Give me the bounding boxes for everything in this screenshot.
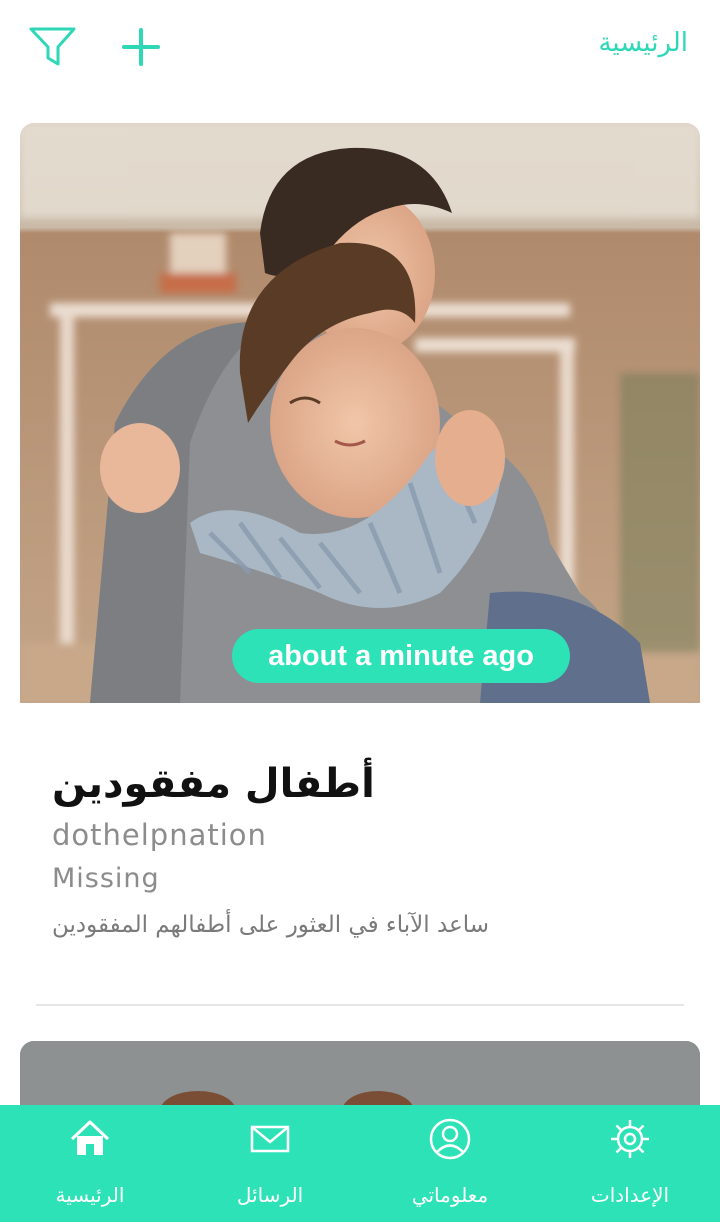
page-title[interactable]: الرئيسية (598, 28, 688, 58)
plus-icon (122, 28, 160, 66)
gear-icon (611, 1120, 649, 1158)
post-category: Missing (52, 863, 160, 894)
bottom-navigation: الرئيسية الرسائل معلوماتي الإعدادات (0, 1105, 720, 1222)
filter-icon (29, 27, 76, 66)
nav-settings-label: الإعدادات (590, 1183, 670, 1207)
divider (36, 1004, 684, 1006)
top-bar: الرئيسية (0, 0, 720, 95)
time-badge: about a minute ago (232, 629, 570, 683)
nav-home[interactable]: الرئيسية (15, 1105, 165, 1222)
post-photo (20, 123, 700, 703)
post-card[interactable]: about a minute ago (20, 123, 700, 703)
nav-messages[interactable]: الرسائل (195, 1105, 345, 1222)
nav-profile[interactable]: معلوماتي (375, 1105, 525, 1222)
post-photo-next (20, 1041, 700, 1111)
post-card-next[interactable] (20, 1041, 700, 1111)
post-title: أطفال مفقودين (52, 761, 375, 807)
profile-icon (429, 1118, 471, 1160)
post-description: ساعد الآباء في العثور على أطفالهم المفقو… (52, 912, 490, 938)
home-icon (70, 1120, 110, 1155)
nav-profile-label: معلوماتي (411, 1183, 489, 1207)
filter-button[interactable] (28, 24, 78, 68)
nav-home-label: الرئيسية (55, 1183, 125, 1207)
post-username: dothelpnation (52, 818, 267, 852)
post-details[interactable]: أطفال مفقودين dothelpnation Missing ساعد… (52, 755, 672, 945)
envelope-icon (250, 1125, 290, 1153)
nav-messages-label: الرسائل (236, 1183, 304, 1207)
nav-settings[interactable]: الإعدادات (555, 1105, 705, 1222)
add-post-button[interactable] (118, 24, 164, 70)
